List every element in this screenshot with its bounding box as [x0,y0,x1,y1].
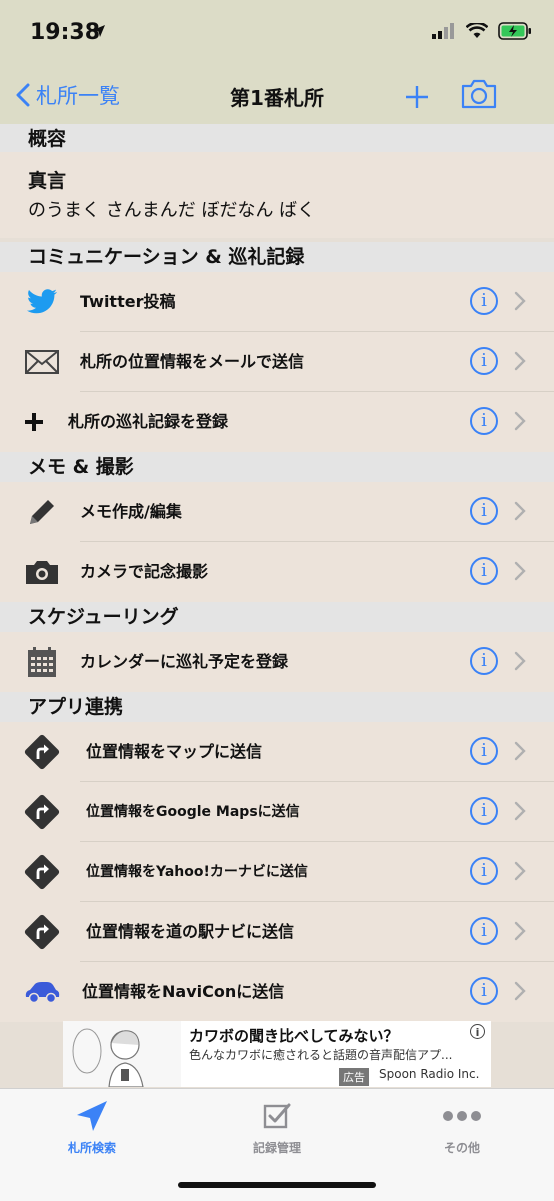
row-twitter-label: Twitter投稿 [80,292,176,311]
more-dots-icon [443,1111,481,1121]
row-navicon-label: 位置情報をNaviConに送信 [82,982,285,1001]
row-michi-no-eki-label: 位置情報を道の駅ナビに送信 [86,922,295,941]
row-google-maps[interactable]: 位置情報をGoogle Mapsに送信 i [0,782,554,842]
car-icon [22,976,62,1008]
row-camera[interactable]: カメラで記念撮影 i [0,542,554,602]
section-header-scheduling: スケジューリング [0,602,554,632]
row-record-label: 札所の巡礼記録を登録 [68,412,229,431]
chevron-right-icon [514,501,526,521]
row-michi-no-eki[interactable]: 位置情報を道の駅ナビに送信 i [0,902,554,962]
add-button[interactable] [404,84,430,110]
section-header-apps: アプリ連携 [0,692,554,722]
row-twitter[interactable]: Twitter投稿 i [0,272,554,332]
info-icon[interactable]: i [470,557,498,585]
twitter-icon [22,286,62,318]
plus-icon [14,406,54,438]
section-header-memo: メモ & 撮影 [0,452,554,482]
location-arrow-icon [93,25,105,37]
navigation-arrow-icon [77,1101,107,1131]
status-bar: 19:38 [0,0,554,66]
info-icon[interactable]: i [470,347,498,375]
info-icon[interactable]: i [470,407,498,435]
directions-sign-icon [22,914,62,950]
chevron-right-icon [514,351,526,371]
info-icon[interactable]: i [470,497,498,525]
tab-search[interactable]: 札所検索 [22,1099,162,1156]
row-calendar[interactable]: カレンダーに巡礼予定を登録 i [0,632,554,692]
chevron-right-icon [514,861,526,881]
ad-title: カワボの聞き比べしてみない？ [189,1027,399,1045]
chevron-right-icon [514,981,526,1001]
shingon-text: のうまく さんまんだ ぼだなん ばく [28,200,316,221]
chevron-right-icon [514,411,526,431]
info-icon[interactable]: i [470,287,498,315]
row-map-label: 位置情報をマップに送信 [86,742,263,761]
row-calendar-label: カレンダーに巡礼予定を登録 [80,652,289,671]
info-icon[interactable]: i [470,797,498,825]
ad-sponsor: Spoon Radio Inc. [379,1067,480,1081]
tab-records[interactable]: 記録管理 [207,1099,347,1156]
chevron-right-icon [514,291,526,311]
row-camera-label: カメラで記念撮影 [80,562,209,581]
info-icon[interactable]: i [470,737,498,765]
directions-sign-icon [22,854,62,890]
chevron-right-icon [514,801,526,821]
info-icon[interactable]: i [470,977,498,1005]
chevron-right-icon [514,921,526,941]
row-mail-label: 札所の位置情報をメールで送信 [80,352,305,371]
ad-badge: 広告 [339,1068,369,1086]
navigation-bar: 札所一覧 第1番札所 [0,66,554,125]
row-yahoo-label: 位置情報をYahoo!カーナビに送信 [86,864,308,880]
info-icon[interactable]: i [470,917,498,945]
checkbox-edit-icon [263,1103,291,1129]
chevron-right-icon [514,741,526,761]
directions-sign-icon [22,794,62,830]
info-icon[interactable]: i [470,647,498,675]
row-record[interactable]: 札所の巡礼記録を登録 i [0,392,554,452]
chevron-right-icon [514,561,526,581]
shingon-cell: 真言 のうまく さんまんだ ぼだなん ばく [0,152,554,238]
cellular-signal-icon [432,23,454,39]
ad-banner[interactable]: カワボの聞き比べしてみない？ 色んなカワボに癒されると話題の音声配信アプ... … [63,1021,491,1088]
chevron-right-icon [514,651,526,671]
pencil-icon [22,496,62,528]
envelope-icon [22,346,62,378]
ad-subtitle: 色んなカワボに癒されると話題の音声配信アプ... [189,1048,453,1062]
home-indicator [178,1182,376,1188]
row-map[interactable]: 位置情報をマップに送信 i [0,722,554,782]
wifi-icon [466,23,488,38]
shingon-label: 真言 [28,170,67,192]
ad-info-icon[interactable]: i [470,1024,485,1039]
row-mail[interactable]: 札所の位置情報をメールで送信 i [0,332,554,392]
row-memo[interactable]: メモ作成/編集 i [0,482,554,542]
tab-more[interactable]: その他 [392,1099,532,1156]
camera-button[interactable] [460,78,498,110]
status-time: 19:38 [30,20,101,45]
row-memo-label: メモ作成/編集 [80,502,182,521]
camera-icon [22,556,62,588]
row-yahoo[interactable]: 位置情報をYahoo!カーナビに送信 i [0,842,554,902]
row-google-maps-label: 位置情報をGoogle Mapsに送信 [86,804,300,820]
tab-search-label: 札所検索 [67,1141,116,1155]
row-navicon[interactable]: 位置情報をNaviConに送信 i [0,962,554,1022]
ad-illustration [63,1021,181,1088]
tab-records-label: 記録管理 [252,1141,301,1155]
directions-sign-icon [22,734,62,770]
tab-more-label: その他 [443,1141,480,1155]
calendar-icon [22,646,62,678]
section-header-overview: 概容 [0,124,554,154]
info-icon[interactable]: i [470,857,498,885]
battery-charging-icon [498,22,531,40]
section-header-communication: コミュニケーション & 巡礼記録 [0,242,554,272]
